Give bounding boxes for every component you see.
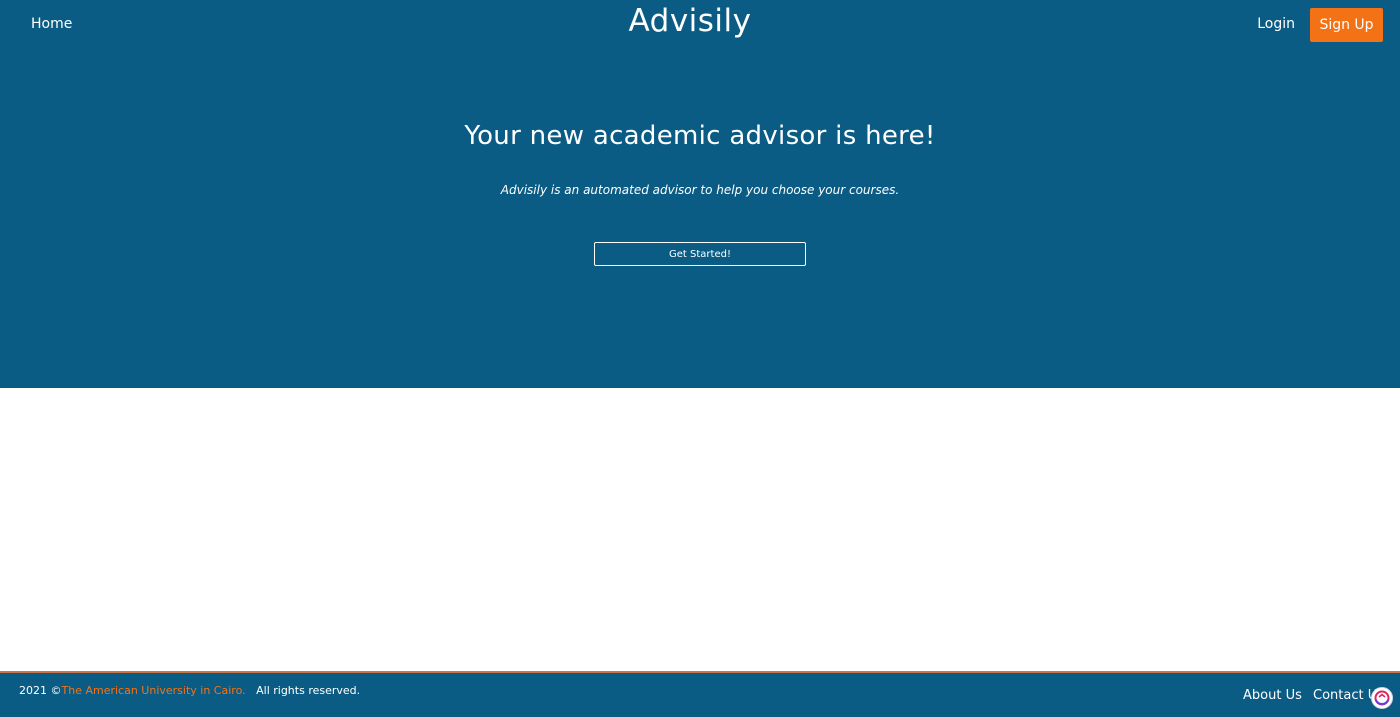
signup-button[interactable]: Sign Up	[1310, 8, 1383, 42]
nav-login-link[interactable]: Login	[1257, 15, 1295, 33]
copyright-text: 2021 ©The American University in Cairo. …	[19, 684, 360, 698]
hero-section: Home Advisily Login Sign Up Your new aca…	[0, 0, 1400, 388]
hero-subline: Advisily is an automated advisor to help…	[500, 183, 900, 197]
university-link[interactable]: The American University in Cairo.	[62, 684, 246, 697]
rights-text: All rights reserved.	[256, 684, 361, 697]
brand-logo-text[interactable]: Advisily	[0, 2, 1380, 40]
copyright-year: 2021 ©	[19, 684, 62, 697]
get-started-button[interactable]: Get Started!	[594, 242, 806, 266]
hero-headline: Your new academic advisor is here!	[464, 121, 936, 151]
chat-helper-icon[interactable]	[1371, 687, 1393, 709]
footer: 2021 ©The American University in Cairo. …	[0, 671, 1400, 717]
about-us-link[interactable]: About Us	[1243, 688, 1302, 704]
